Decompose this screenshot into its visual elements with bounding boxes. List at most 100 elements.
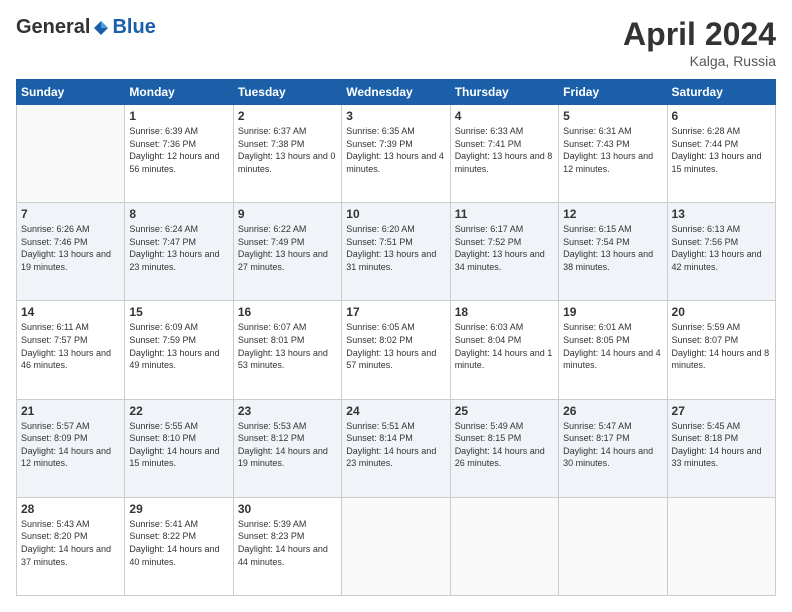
day-info: Sunrise: 5:55 AMSunset: 8:10 PMDaylight:… (129, 420, 228, 470)
daylight-text: Daylight: 14 hours and 19 minutes. (238, 445, 337, 470)
sunrise-text: Sunrise: 6:09 AM (129, 321, 228, 334)
logo-icon (92, 19, 110, 37)
sunrise-text: Sunrise: 5:43 AM (21, 518, 120, 531)
day-number: 30 (238, 502, 337, 516)
daylight-text: Daylight: 13 hours and 34 minutes. (455, 248, 554, 273)
sunrise-text: Sunrise: 6:26 AM (21, 223, 120, 236)
title-block: April 2024 Kalga, Russia (623, 16, 776, 69)
day-cell-4-5 (559, 497, 667, 595)
month-title: April 2024 (623, 16, 776, 53)
sunrise-text: Sunrise: 5:45 AM (672, 420, 771, 433)
day-cell-4-6 (667, 497, 775, 595)
page: General Blue April 2024 Kalga, Russia Su… (0, 0, 792, 612)
day-info: Sunrise: 6:37 AMSunset: 7:38 PMDaylight:… (238, 125, 337, 175)
day-cell-0-2: 2 Sunrise: 6:37 AMSunset: 7:38 PMDaylight… (233, 105, 341, 203)
daylight-text: Daylight: 13 hours and 23 minutes. (129, 248, 228, 273)
day-cell-3-3: 24Sunrise: 5:51 AMSunset: 8:14 PMDayligh… (342, 399, 450, 497)
location: Kalga, Russia (623, 53, 776, 69)
sunrise-text: Sunrise: 6:22 AM (238, 223, 337, 236)
sunrise-text: Sunrise: 5:49 AM (455, 420, 554, 433)
sunset-text: Sunset: 7:49 PM (238, 236, 337, 249)
daylight-text: Daylight: 14 hours and 44 minutes. (238, 543, 337, 568)
day-info: Sunrise: 5:41 AMSunset: 8:22 PMDaylight:… (129, 518, 228, 568)
sunrise-text: Sunrise: 5:57 AM (21, 420, 120, 433)
day-cell-2-6: 20Sunrise: 5:59 AMSunset: 8:07 PMDayligh… (667, 301, 775, 399)
day-info: Sunrise: 6:26 AMSunset: 7:46 PMDaylight:… (21, 223, 120, 273)
day-info: Sunrise: 6:13 AMSunset: 7:56 PMDaylight:… (672, 223, 771, 273)
sunrise-text: Sunrise: 5:39 AM (238, 518, 337, 531)
day-cell-4-4 (450, 497, 558, 595)
sunrise-text: Sunrise: 6:20 AM (346, 223, 445, 236)
day-info: Sunrise: 6:17 AMSunset: 7:52 PMDaylight:… (455, 223, 554, 273)
day-cell-0-0 (17, 105, 125, 203)
daylight-text: Daylight: 13 hours and 8 minutes. (455, 150, 554, 175)
day-info: Sunrise: 5:45 AMSunset: 8:18 PMDaylight:… (672, 420, 771, 470)
sunset-text: Sunset: 8:04 PM (455, 334, 554, 347)
day-number: 13 (672, 207, 771, 221)
sunset-text: Sunset: 7:47 PM (129, 236, 228, 249)
day-number: 28 (21, 502, 120, 516)
day-number: 22 (129, 404, 228, 418)
day-cell-4-0: 28 Sunrise: 5:43 AMSunset: 8:20 PMDayligh… (17, 497, 125, 595)
sunrise-text: Sunrise: 5:59 AM (672, 321, 771, 334)
day-cell-3-4: 25Sunrise: 5:49 AMSunset: 8:15 PMDayligh… (450, 399, 558, 497)
col-saturday: Saturday (667, 80, 775, 105)
sunset-text: Sunset: 8:02 PM (346, 334, 445, 347)
sunset-text: Sunset: 8:15 PM (455, 432, 554, 445)
sunrise-text: Sunrise: 6:07 AM (238, 321, 337, 334)
daylight-text: Daylight: 13 hours and 19 minutes. (21, 248, 120, 273)
day-info: Sunrise: 5:43 AMSunset: 8:20 PMDaylight:… (21, 518, 120, 568)
logo-blue-text: Blue (112, 16, 155, 39)
sunset-text: Sunset: 8:12 PM (238, 432, 337, 445)
daylight-text: Daylight: 13 hours and 38 minutes. (563, 248, 662, 273)
day-cell-3-5: 26 Sunrise: 5:47 AMSunset: 8:17 PMDayligh… (559, 399, 667, 497)
day-info: Sunrise: 6:24 AMSunset: 7:47 PMDaylight:… (129, 223, 228, 273)
day-number: 4 (455, 109, 554, 123)
day-number: 11 (455, 207, 554, 221)
sunset-text: Sunset: 8:01 PM (238, 334, 337, 347)
day-info: Sunrise: 5:57 AMSunset: 8:09 PMDaylight:… (21, 420, 120, 470)
day-number: 5 (563, 109, 662, 123)
daylight-text: Daylight: 14 hours and 8 minutes. (672, 347, 771, 372)
day-info: Sunrise: 5:39 AMSunset: 8:23 PMDaylight:… (238, 518, 337, 568)
sunset-text: Sunset: 8:17 PM (563, 432, 662, 445)
sunrise-text: Sunrise: 6:33 AM (455, 125, 554, 138)
day-cell-0-6: 6 Sunrise: 6:28 AMSunset: 7:44 PMDaylight… (667, 105, 775, 203)
day-info: Sunrise: 6:01 AMSunset: 8:05 PMDaylight:… (563, 321, 662, 371)
day-info: Sunrise: 5:47 AMSunset: 8:17 PMDaylight:… (563, 420, 662, 470)
day-number: 14 (21, 305, 120, 319)
day-cell-3-1: 22 Sunrise: 5:55 AMSunset: 8:10 PMDayligh… (125, 399, 233, 497)
sunset-text: Sunset: 7:52 PM (455, 236, 554, 249)
day-cell-1-6: 13 Sunrise: 6:13 AMSunset: 7:56 PMDayligh… (667, 203, 775, 301)
logo-general-text: General (16, 16, 90, 39)
col-wednesday: Wednesday (342, 80, 450, 105)
day-cell-2-5: 19Sunrise: 6:01 AMSunset: 8:05 PMDayligh… (559, 301, 667, 399)
daylight-text: Daylight: 13 hours and 4 minutes. (346, 150, 445, 175)
day-info: Sunrise: 6:28 AMSunset: 7:44 PMDaylight:… (672, 125, 771, 175)
day-number: 6 (672, 109, 771, 123)
sunset-text: Sunset: 8:23 PM (238, 530, 337, 543)
day-cell-3-2: 23Sunrise: 5:53 AMSunset: 8:12 PMDayligh… (233, 399, 341, 497)
col-sunday: Sunday (17, 80, 125, 105)
sunset-text: Sunset: 8:05 PM (563, 334, 662, 347)
day-number: 26 (563, 404, 662, 418)
daylight-text: Daylight: 13 hours and 53 minutes. (238, 347, 337, 372)
day-info: Sunrise: 6:15 AMSunset: 7:54 PMDaylight:… (563, 223, 662, 273)
week-row-3: 14Sunrise: 6:11 AMSunset: 7:57 PMDayligh… (17, 301, 776, 399)
sunrise-text: Sunrise: 5:47 AM (563, 420, 662, 433)
day-number: 16 (238, 305, 337, 319)
day-number: 1 (129, 109, 228, 123)
day-number: 2 (238, 109, 337, 123)
sunset-text: Sunset: 7:43 PM (563, 138, 662, 151)
sunrise-text: Sunrise: 6:31 AM (563, 125, 662, 138)
calendar-header-row: Sunday Monday Tuesday Wednesday Thursday… (17, 80, 776, 105)
sunset-text: Sunset: 7:51 PM (346, 236, 445, 249)
day-number: 25 (455, 404, 554, 418)
day-number: 9 (238, 207, 337, 221)
day-info: Sunrise: 6:05 AMSunset: 8:02 PMDaylight:… (346, 321, 445, 371)
sunset-text: Sunset: 7:54 PM (563, 236, 662, 249)
day-number: 29 (129, 502, 228, 516)
sunset-text: Sunset: 8:09 PM (21, 432, 120, 445)
daylight-text: Daylight: 13 hours and 49 minutes. (129, 347, 228, 372)
sunrise-text: Sunrise: 6:13 AM (672, 223, 771, 236)
